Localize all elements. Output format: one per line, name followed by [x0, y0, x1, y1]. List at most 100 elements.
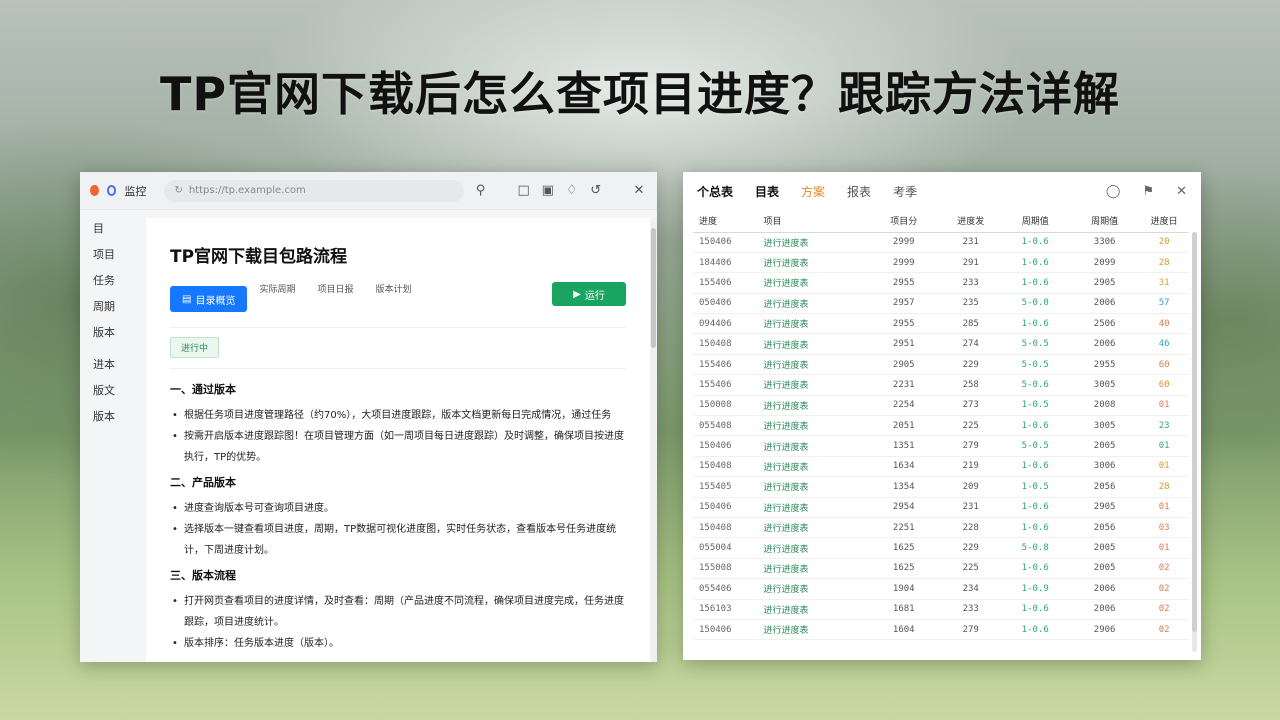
column-header[interactable]: 项目 [757, 210, 867, 233]
meta-1: 项目日报 [317, 284, 354, 295]
column-header[interactable]: 进度日 [1139, 210, 1189, 233]
overview-button[interactable]: ▤ 目录概览 [170, 286, 248, 312]
table-row[interactable]: 150008 进行进度表 2254 273 1-0.5 2008 01 [693, 395, 1189, 417]
table-row[interactable]: 155406 进行进度表 2905 229 5-0.5 2955 60 [693, 354, 1189, 376]
table-row[interactable]: 150408 进行进度表 2251 228 1-0.6 2056 03 [693, 517, 1189, 539]
table-cell: 3306 [1069, 232, 1140, 253]
sidebar-item-4[interactable]: 版本 [80, 320, 146, 346]
table-cell: 5-0.6 [1000, 374, 1070, 396]
column-header[interactable]: 周期值 [1069, 210, 1140, 233]
column-header[interactable]: 进度 [693, 210, 758, 233]
table-cell: 055004 [693, 537, 758, 559]
doc-title: TP官网下载目包路流程 [170, 247, 348, 267]
list-item: • 进度查询版本号可查询项目进度。 [172, 503, 334, 514]
search-icon[interactable]: ⚲ [472, 183, 488, 198]
table-cell: 155405 [693, 476, 758, 498]
sidebar-item-7[interactable]: 版本 [80, 404, 146, 430]
table-cell: 273 [940, 395, 1001, 417]
table-row[interactable]: 055406 进行进度表 1904 234 1-0.9 2006 02 [693, 578, 1189, 600]
table-cell: 1-0.9 [1000, 578, 1070, 600]
table-cell: 1634 [866, 456, 941, 478]
table-cell: 2506 [1069, 313, 1140, 335]
scrollbar-thumb[interactable] [651, 228, 656, 348]
shield-icon[interactable]: ♢ [564, 183, 580, 198]
table-cell: 156103 [693, 599, 758, 620]
tab-plan[interactable]: 方案 [801, 183, 825, 200]
table-row[interactable]: 150406 进行进度表 1604 279 1-0.6 2906 02 [693, 619, 1189, 641]
table-row[interactable]: 050406 进行进度表 2957 235 5-0.0 2006 57 [693, 293, 1189, 315]
table-cell: 279 [940, 435, 1001, 457]
address-bar[interactable]: ↻ https://tp.example.com [164, 179, 465, 202]
table-cell: 2905 [1069, 497, 1140, 518]
table-cell: 5-0.0 [1000, 293, 1070, 315]
divider [170, 368, 626, 369]
table-cell: 进行进度表 [757, 476, 867, 498]
table-cell: 进行进度表 [757, 415, 867, 437]
table-row[interactable]: 055004 进行进度表 1625 229 5-0.8 2005 01 [693, 537, 1189, 559]
table-cell: 进行进度表 [757, 497, 867, 518]
table-cell: 150406 [693, 232, 758, 253]
close-icon[interactable]: ✕ [631, 183, 647, 198]
table-cell: 150406 [693, 619, 758, 641]
action-row: ▤ 目录概览 实际周期 项目日报 版本计划 ▶ 运行 [170, 281, 626, 312]
column-header[interactable]: 周期值 [1000, 210, 1070, 233]
table-row[interactable]: 150406 进行进度表 1351 279 5-0.5 2005 01 [693, 435, 1189, 457]
run-button[interactable]: ▶ 运行 [552, 282, 626, 306]
table-row[interactable]: 150408 进行进度表 2951 274 5-0.5 2006 46 [693, 333, 1189, 355]
table-row[interactable]: 055408 进行进度表 2051 225 1-0.6 3005 23 [693, 415, 1189, 437]
table-cell: 2951 [866, 333, 941, 355]
table-cell: 28 [1139, 252, 1189, 274]
table-row[interactable]: 094406 进行进度表 2955 285 1-0.6 2506 40 [693, 313, 1189, 335]
tab-title[interactable]: 监控 [124, 183, 156, 199]
table-cell: 03 [1139, 517, 1189, 539]
sidebar-item-6[interactable]: 版文 [80, 378, 146, 404]
table-cell: 2008 [1069, 395, 1140, 417]
table-row[interactable]: 150408 进行进度表 1634 219 1-0.6 3006 01 [693, 456, 1189, 478]
table-cell: 进行进度表 [757, 558, 867, 580]
column-header[interactable]: 项目分 [866, 210, 941, 233]
table-cell: 进行进度表 [757, 435, 867, 457]
table-cell: 2905 [866, 354, 941, 376]
table-cell: 1-0.6 [1000, 619, 1070, 641]
share-icon[interactable]: ▣ [540, 183, 556, 198]
tab-season[interactable]: 考季 [893, 183, 917, 200]
table-row[interactable]: 155008 进行进度表 1625 225 1-0.6 2005 02 [693, 558, 1189, 580]
table-row[interactable]: 184406 进行进度表 2999 291 1-0.6 2099 28 [693, 252, 1189, 274]
table-row[interactable]: 155406 进行进度表 2231 258 5-0.6 3005 60 [693, 374, 1189, 396]
address-text[interactable]: https://tp.example.com [189, 185, 306, 196]
tab-list[interactable]: 目表 [755, 183, 779, 200]
sidebar-item-2[interactable]: 任务 [80, 268, 146, 294]
table-row[interactable]: 156103 进行进度表 1681 233 1-0.6 2006 02 [693, 599, 1189, 620]
table-cell: 进行进度表 [757, 252, 867, 274]
table-cell: 进行进度表 [757, 232, 867, 253]
refresh-icon[interactable]: ↺ [588, 183, 604, 198]
pin-icon[interactable]: ⚑ [1142, 184, 1154, 199]
sidebar-item-1[interactable]: 项目 [80, 242, 146, 268]
sidebar-item-5[interactable]: 进本 [80, 352, 146, 378]
section-heading: 三、版本流程 [170, 569, 236, 582]
table-row[interactable]: 155406 进行进度表 2955 233 1-0.6 2905 31 [693, 272, 1189, 294]
table-cell: 1604 [866, 619, 941, 641]
close-icon[interactable]: ✕ [1176, 184, 1187, 199]
table-cell: 150408 [693, 517, 758, 539]
tab-report[interactable]: 报表 [847, 183, 871, 200]
tab-summary[interactable]: 个总表 [697, 183, 733, 200]
table-row[interactable]: 150406 进行进度表 2954 231 1-0.6 2905 01 [693, 497, 1189, 518]
table-cell: 2905 [1069, 272, 1140, 294]
sidebar-item-3[interactable]: 周期 [80, 294, 146, 320]
table-cell: 3005 [1069, 415, 1140, 437]
scrollbar-thumb[interactable] [1192, 232, 1197, 632]
table-cell: 150406 [693, 435, 758, 457]
table-row[interactable]: 150406 进行进度表 2999 231 1-0.6 3306 20 [693, 232, 1189, 253]
table-cell: 2006 [1069, 293, 1140, 315]
page-headline: TP官网下载后怎么查项目进度？跟踪方法详解 [159, 67, 1121, 121]
table-row[interactable]: 155405 进行进度表 1354 209 1-0.5 2056 28 [693, 476, 1189, 498]
sidebar-item-0[interactable]: 目 [80, 216, 146, 242]
bookmark-icon[interactable]: □ [516, 183, 532, 198]
column-header[interactable]: 进度发 [940, 210, 1001, 233]
circle-icon[interactable]: ◯ [1106, 184, 1121, 199]
reload-icon[interactable]: ↻ [174, 185, 182, 196]
table-cell: 1-0.6 [1000, 252, 1070, 274]
table-cell: 231 [940, 497, 1001, 518]
list-item: • 选择版本一键查看项目进度，周期，TP数据可视化进度图，实时任务状态，查看版本号… [172, 524, 617, 556]
